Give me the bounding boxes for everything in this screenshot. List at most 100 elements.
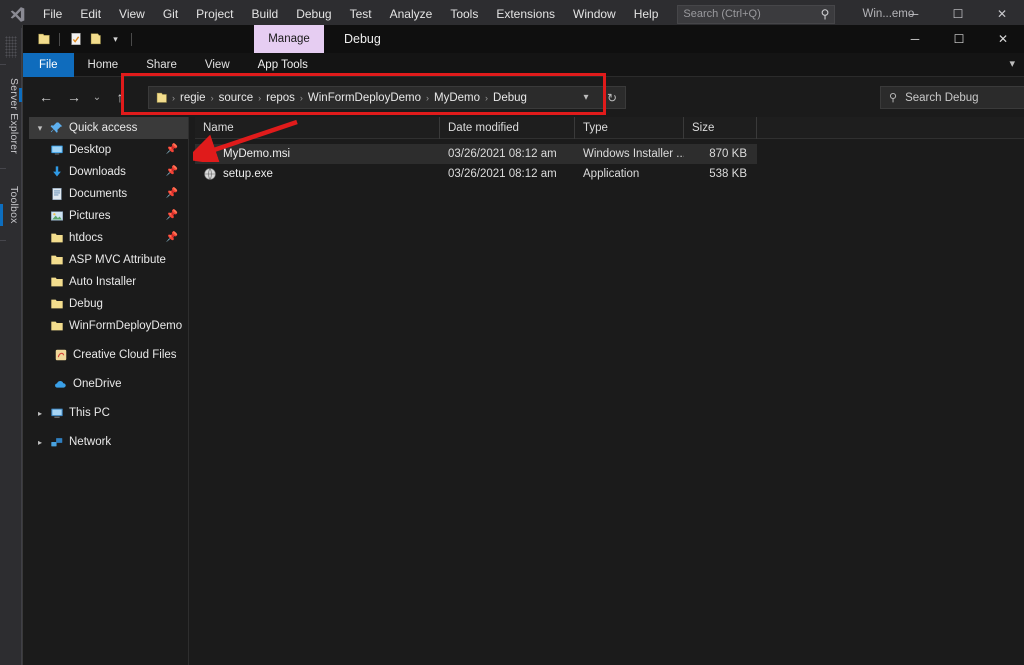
breadcrumb-item-mydemo[interactable]: MyDemo xyxy=(430,92,484,104)
breadcrumb-item-source[interactable]: source xyxy=(215,92,258,104)
pin-icon[interactable]: 📌 xyxy=(166,232,178,243)
customize-chevron-icon[interactable]: ▾ xyxy=(107,31,124,48)
nav-item-winformdeploydemo[interactable]: WinFormDeployDemo xyxy=(29,315,188,337)
ribbon-tab-app-tools[interactable]: App Tools xyxy=(244,53,322,77)
nav-item-label: Creative Cloud Files xyxy=(71,349,177,361)
new-folder-icon[interactable] xyxy=(87,31,104,48)
vs-close-button[interactable]: ✕ xyxy=(980,0,1024,28)
sidebar-item-toolbox[interactable]: Toolbox xyxy=(2,178,20,232)
menu-item-window[interactable]: Window xyxy=(564,0,625,28)
chevron-right-icon[interactable]: ▸ xyxy=(33,438,47,447)
nav-item-desktop[interactable]: Desktop 📌 xyxy=(29,139,188,161)
breadcrumb[interactable]: › regie › source › repos › WinFormDeploy… xyxy=(171,92,531,104)
chevron-down-icon[interactable]: ▾ xyxy=(33,123,47,134)
breadcrumb-item-regie[interactable]: regie xyxy=(176,92,210,104)
explorer-navigation-bar: ← → ⌄ ↑ › regie › source › repos › WinFo… xyxy=(23,77,1024,117)
pin-icon[interactable]: 📌 xyxy=(166,166,178,177)
breadcrumb-item-debug[interactable]: Debug xyxy=(489,92,531,104)
nav-item-asp-mvc-attribute[interactable]: ASP MVC Attribute xyxy=(29,249,188,271)
chevron-right-icon[interactable]: ▸ xyxy=(33,409,47,418)
nav-item-creative-cloud-files[interactable]: Creative Cloud Files xyxy=(29,344,188,366)
vs-minimize-button[interactable]: ─ xyxy=(892,0,936,28)
menu-item-build[interactable]: Build xyxy=(243,0,288,28)
menu-item-extensions[interactable]: Extensions xyxy=(487,0,564,28)
magnifier-icon: ⚲ xyxy=(821,7,830,21)
nav-item-htdocs[interactable]: htdocs 📌 xyxy=(29,227,188,249)
menu-item-help[interactable]: Help xyxy=(625,0,668,28)
file-list-column-headers[interactable]: Name Date modified Type Size xyxy=(195,117,1024,139)
navigation-buttons[interactable]: ← → ⌄ ↑ xyxy=(33,85,133,109)
menu-item-tools[interactable]: Tools xyxy=(441,0,487,28)
properties-icon[interactable] xyxy=(67,31,84,48)
up-button[interactable]: ↑ xyxy=(107,85,133,109)
nav-item-this-pc[interactable]: ▸ This PC xyxy=(29,402,188,424)
nav-item-onedrive[interactable]: OneDrive xyxy=(29,373,188,395)
vs-maximize-button[interactable]: ☐ xyxy=(936,0,980,28)
nav-item-downloads[interactable]: Downloads 📌 xyxy=(29,161,188,183)
nav-item-documents[interactable]: Documents 📌 xyxy=(29,183,188,205)
chevron-down-icon[interactable]: ▾ xyxy=(1009,57,1015,70)
file-list-area[interactable]: Name Date modified Type Size xyxy=(195,117,1024,665)
visual-studio-menubar[interactable]: File Edit View Git Project Build Debug T… xyxy=(34,0,667,28)
nav-item-auto-installer[interactable]: Auto Installer xyxy=(29,271,188,293)
nav-item-label: WinFormDeployDemo xyxy=(67,320,182,332)
file-name-cell[interactable]: setup.exe xyxy=(195,167,440,181)
menu-item-file[interactable]: File xyxy=(34,0,71,28)
pin-icon[interactable]: 📌 xyxy=(166,188,178,199)
pin-icon[interactable]: 📌 xyxy=(166,144,178,155)
explorer-maximize-button[interactable]: ☐ xyxy=(937,25,981,53)
pin-icon[interactable]: 📌 xyxy=(166,210,178,221)
nav-item-network[interactable]: ▸ Network xyxy=(29,431,188,453)
menu-item-view[interactable]: View xyxy=(110,0,154,28)
folder-icon[interactable] xyxy=(35,31,52,48)
ribbon-tab-view[interactable]: View xyxy=(191,53,244,77)
contextual-tab-group: Manage Debug xyxy=(254,25,381,53)
recent-locations-button[interactable]: ⌄ xyxy=(89,85,105,109)
explorer-window-controls[interactable]: ─ ☐ ✕ xyxy=(893,25,1024,53)
folder-icon xyxy=(47,231,67,245)
column-header-date-modified[interactable]: Date modified xyxy=(440,117,575,139)
menu-item-debug[interactable]: Debug xyxy=(287,0,340,28)
column-header-name[interactable]: Name xyxy=(195,117,440,139)
file-name-cell[interactable]: MyDemo.msi xyxy=(195,147,440,161)
ribbon-tab-home[interactable]: Home xyxy=(74,53,133,77)
nav-item-label: Debug xyxy=(67,298,103,310)
explorer-close-button[interactable]: ✕ xyxy=(981,25,1024,53)
nav-item-label: Network xyxy=(67,436,111,448)
chevron-down-icon[interactable]: ▾ xyxy=(573,92,599,103)
breadcrumb-item-repos[interactable]: repos xyxy=(262,92,299,104)
column-header-size[interactable]: Size xyxy=(684,117,757,139)
breadcrumb-item-winformdeploydemo[interactable]: WinFormDeployDemo xyxy=(304,92,425,104)
quick-access-toolbar[interactable]: ▾ xyxy=(23,31,136,48)
column-header-type[interactable]: Type xyxy=(575,117,684,139)
nav-item-pictures[interactable]: Pictures 📌 xyxy=(29,205,188,227)
explorer-minimize-button[interactable]: ─ xyxy=(893,25,937,53)
ribbon-tab-share[interactable]: Share xyxy=(132,53,191,77)
ribbon-tab-file[interactable]: File xyxy=(23,53,74,77)
search-input[interactable]: ⚲ Search Debug xyxy=(880,86,1024,109)
nav-item-label: OneDrive xyxy=(71,378,122,390)
address-bar[interactable]: › regie › source › repos › WinFormDeploy… xyxy=(148,86,626,109)
nav-item-label: Documents xyxy=(67,188,127,200)
menu-item-edit[interactable]: Edit xyxy=(71,0,110,28)
nav-item-debug[interactable]: Debug xyxy=(29,293,188,315)
pictures-icon xyxy=(47,209,67,223)
navigation-pane[interactable]: ▾ Quick access Desktop 📌 xyxy=(29,117,189,665)
file-list-row-setup-exe[interactable]: setup.exe 03/26/2021 08:12 am Applicatio… xyxy=(195,164,757,184)
menu-item-analyze[interactable]: Analyze xyxy=(381,0,442,28)
address-bar-actions[interactable]: ▾ ↻ xyxy=(573,87,625,108)
refresh-icon[interactable]: ↻ xyxy=(599,91,625,105)
menu-item-git[interactable]: Git xyxy=(154,0,187,28)
sidebar-item-server-explorer[interactable]: Server Explorer xyxy=(2,70,20,162)
file-type-cell: Application xyxy=(575,168,684,180)
file-list-row-mydemo-msi[interactable]: MyDemo.msi 03/26/2021 08:12 am Windows I… xyxy=(195,144,757,164)
menu-item-test[interactable]: Test xyxy=(341,0,381,28)
contextual-tab-manage[interactable]: Manage xyxy=(254,25,324,53)
menu-item-project[interactable]: Project xyxy=(187,0,242,28)
back-button[interactable]: ← xyxy=(33,85,59,109)
msi-installer-icon xyxy=(203,147,217,161)
visual-studio-window-controls[interactable]: ─ ☐ ✕ xyxy=(892,0,1024,28)
visual-studio-search-input[interactable]: Search (Ctrl+Q) ⚲ xyxy=(677,5,835,24)
nav-item-quick-access[interactable]: ▾ Quick access xyxy=(29,117,188,139)
forward-button[interactable]: → xyxy=(61,85,87,109)
